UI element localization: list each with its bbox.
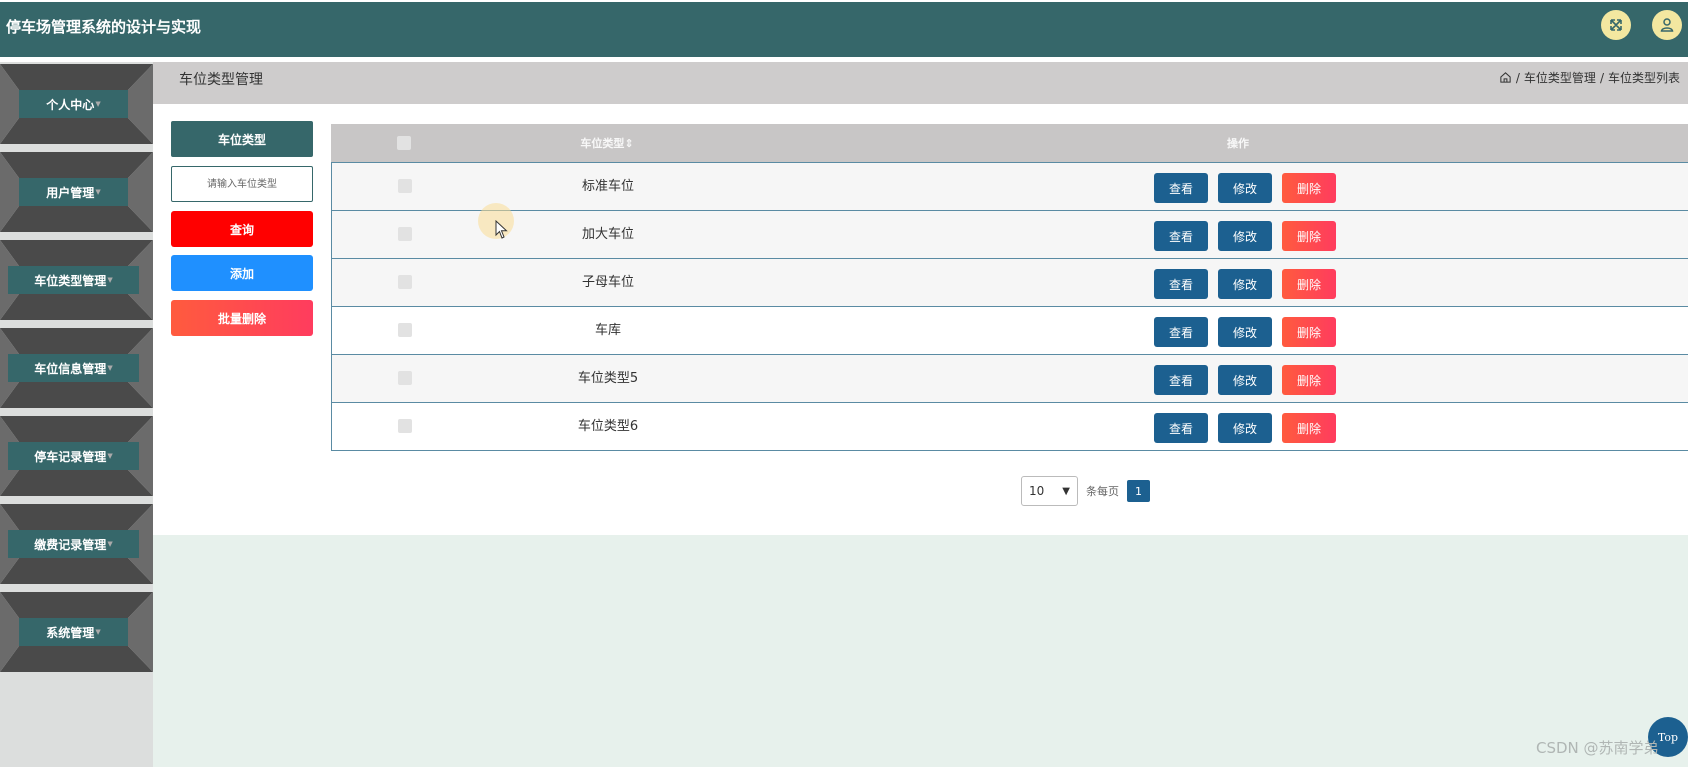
chevron-down-icon: ▼ xyxy=(107,276,113,284)
table-row: 标准车位 查看 修改 删除 xyxy=(331,162,1688,211)
mouse-cursor-icon xyxy=(495,220,508,239)
view-button[interactable]: 查看 xyxy=(1154,269,1208,299)
delete-button[interactable]: 删除 xyxy=(1282,173,1336,203)
view-button[interactable]: 查看 xyxy=(1154,365,1208,395)
cell-space-type: 车位类型6 xyxy=(577,419,639,434)
view-button[interactable]: 查看 xyxy=(1154,317,1208,347)
table-row: 加大车位 查看 修改 删除 xyxy=(331,210,1688,259)
cell-space-type: 车位类型5 xyxy=(577,371,639,386)
row-checkbox[interactable] xyxy=(398,323,412,337)
page-number-button[interactable]: 1 xyxy=(1127,480,1150,502)
chevron-down-icon: ▼ xyxy=(95,628,101,636)
expand-button[interactable] xyxy=(1601,10,1631,40)
cell-space-type: 加大车位 xyxy=(581,227,634,242)
delete-button[interactable]: 删除 xyxy=(1282,269,1336,299)
page-size-select[interactable]: 10 ▼ xyxy=(1021,476,1078,506)
edit-button[interactable]: 修改 xyxy=(1218,365,1272,395)
space-type-search-input[interactable] xyxy=(171,166,313,202)
add-button[interactable]: 添加 xyxy=(171,255,313,291)
table-header: 车位类型⇕ 操作 xyxy=(331,124,1688,163)
watermark: CSDN @苏南学弟 xyxy=(1536,739,1659,757)
main-area: 车位类型管理 / 车位类型管理 / 车位类型列表 车位类型 查询 添加 批量删除… xyxy=(153,62,1688,767)
sidebar-item-label: 车位类型管理 xyxy=(34,273,107,288)
chevron-down-icon: ▼ xyxy=(107,364,113,372)
query-button[interactable]: 查询 xyxy=(171,211,313,247)
top-bar: 停车场管理系统的设计与实现 xyxy=(0,2,1688,57)
cell-space-type: 车库 xyxy=(594,323,621,338)
breadcrumb-bar: 车位类型管理 / 车位类型管理 / 车位类型列表 xyxy=(153,62,1688,104)
cell-space-type: 标准车位 xyxy=(581,179,634,194)
edit-button[interactable]: 修改 xyxy=(1218,173,1272,203)
cell-space-type: 子母车位 xyxy=(581,275,634,290)
row-checkbox[interactable] xyxy=(398,227,412,241)
sidebar-item-user-management[interactable]: 用户管理 ▼ xyxy=(0,152,153,232)
select-all-checkbox[interactable] xyxy=(397,136,411,150)
sidebar-item-label: 个人中心 xyxy=(46,97,95,112)
pagination: 10 ▼ 条每页 1 xyxy=(1021,476,1150,506)
delete-button[interactable]: 删除 xyxy=(1282,413,1336,443)
sidebar: 个人中心 ▼ 用户管理 ▼ 车位类型管理 ▼ 车位信息管理 ▼ 停车记录管理 ▼ 缴费记录… xyxy=(0,62,153,767)
sidebar-item-payment-record-management[interactable]: 缴费记录管理 ▼ xyxy=(0,504,153,584)
sidebar-item-parking-record-management[interactable]: 停车记录管理 ▼ xyxy=(0,416,153,496)
view-button[interactable]: 查看 xyxy=(1154,413,1208,443)
page-title: 车位类型管理 xyxy=(179,72,263,88)
content-panel: 车位类型 查询 添加 批量删除 车位类型⇕ 操作 标准车位 查看 修改 删除 xyxy=(153,104,1688,535)
chevron-down-icon: ▼ xyxy=(95,188,101,196)
sidebar-item-label: 用户管理 xyxy=(46,185,95,200)
sidebar-item-label: 系统管理 xyxy=(46,625,95,640)
sidebar-item-system-management[interactable]: 系统管理 ▼ xyxy=(0,592,153,672)
breadcrumb: / 车位类型管理 / 车位类型列表 xyxy=(1499,69,1680,86)
sidebar-item-space-type-management[interactable]: 车位类型管理 ▼ xyxy=(0,240,153,320)
batch-delete-button[interactable]: 批量删除 xyxy=(171,300,313,336)
sidebar-item-label: 车位信息管理 xyxy=(34,361,107,376)
view-button[interactable]: 查看 xyxy=(1154,221,1208,251)
row-checkbox[interactable] xyxy=(398,275,412,289)
sidebar-item-label: 停车记录管理 xyxy=(34,449,107,464)
app-title: 停车场管理系统的设计与实现 xyxy=(6,18,202,36)
sidebar-item-space-info-management[interactable]: 车位信息管理 ▼ xyxy=(0,328,153,408)
user-icon xyxy=(1660,18,1674,32)
chevron-down-icon: ▼ xyxy=(107,540,113,548)
table-row: 车库 查看 修改 删除 xyxy=(331,306,1688,355)
column-header-type[interactable]: 车位类型⇕ xyxy=(507,124,707,163)
chevron-down-icon: ▼ xyxy=(107,452,113,460)
filter-label: 车位类型 xyxy=(171,121,313,157)
table-row: 车位类型6 查看 修改 删除 xyxy=(331,402,1688,451)
table-row: 子母车位 查看 修改 删除 xyxy=(331,258,1688,307)
edit-button[interactable]: 修改 xyxy=(1218,269,1272,299)
table-row: 车位类型5 查看 修改 删除 xyxy=(331,354,1688,403)
user-button[interactable] xyxy=(1652,10,1682,40)
row-checkbox[interactable] xyxy=(398,179,412,193)
expand-icon xyxy=(1610,19,1622,31)
breadcrumb-separator: / xyxy=(1599,70,1604,85)
delete-button[interactable]: 删除 xyxy=(1282,365,1336,395)
view-button[interactable]: 查看 xyxy=(1154,173,1208,203)
breadcrumb-item[interactable]: 车位类型管理 xyxy=(1524,69,1596,86)
edit-button[interactable]: 修改 xyxy=(1218,317,1272,347)
home-icon[interactable] xyxy=(1499,71,1512,84)
sidebar-item-label: 缴费记录管理 xyxy=(34,537,107,552)
edit-button[interactable]: 修改 xyxy=(1218,413,1272,443)
chevron-down-icon: ▼ xyxy=(95,100,101,108)
space-type-table: 车位类型⇕ 操作 标准车位 查看 修改 删除 加大车位 查看 修改 删除 子母车… xyxy=(331,124,1688,451)
edit-button[interactable]: 修改 xyxy=(1218,221,1272,251)
breadcrumb-separator: / xyxy=(1515,70,1520,85)
column-header-actions: 操作 xyxy=(1227,137,1249,150)
delete-button[interactable]: 删除 xyxy=(1282,221,1336,251)
sidebar-item-personal-center[interactable]: 个人中心 ▼ xyxy=(0,64,153,144)
row-checkbox[interactable] xyxy=(398,371,412,385)
breadcrumb-item: 车位类型列表 xyxy=(1607,71,1680,85)
chevron-down-icon: ▼ xyxy=(1062,485,1070,497)
row-checkbox[interactable] xyxy=(398,419,412,433)
delete-button[interactable]: 删除 xyxy=(1282,317,1336,347)
per-page-label: 条每页 xyxy=(1086,485,1119,498)
page-size-value: 10 xyxy=(1029,484,1045,498)
